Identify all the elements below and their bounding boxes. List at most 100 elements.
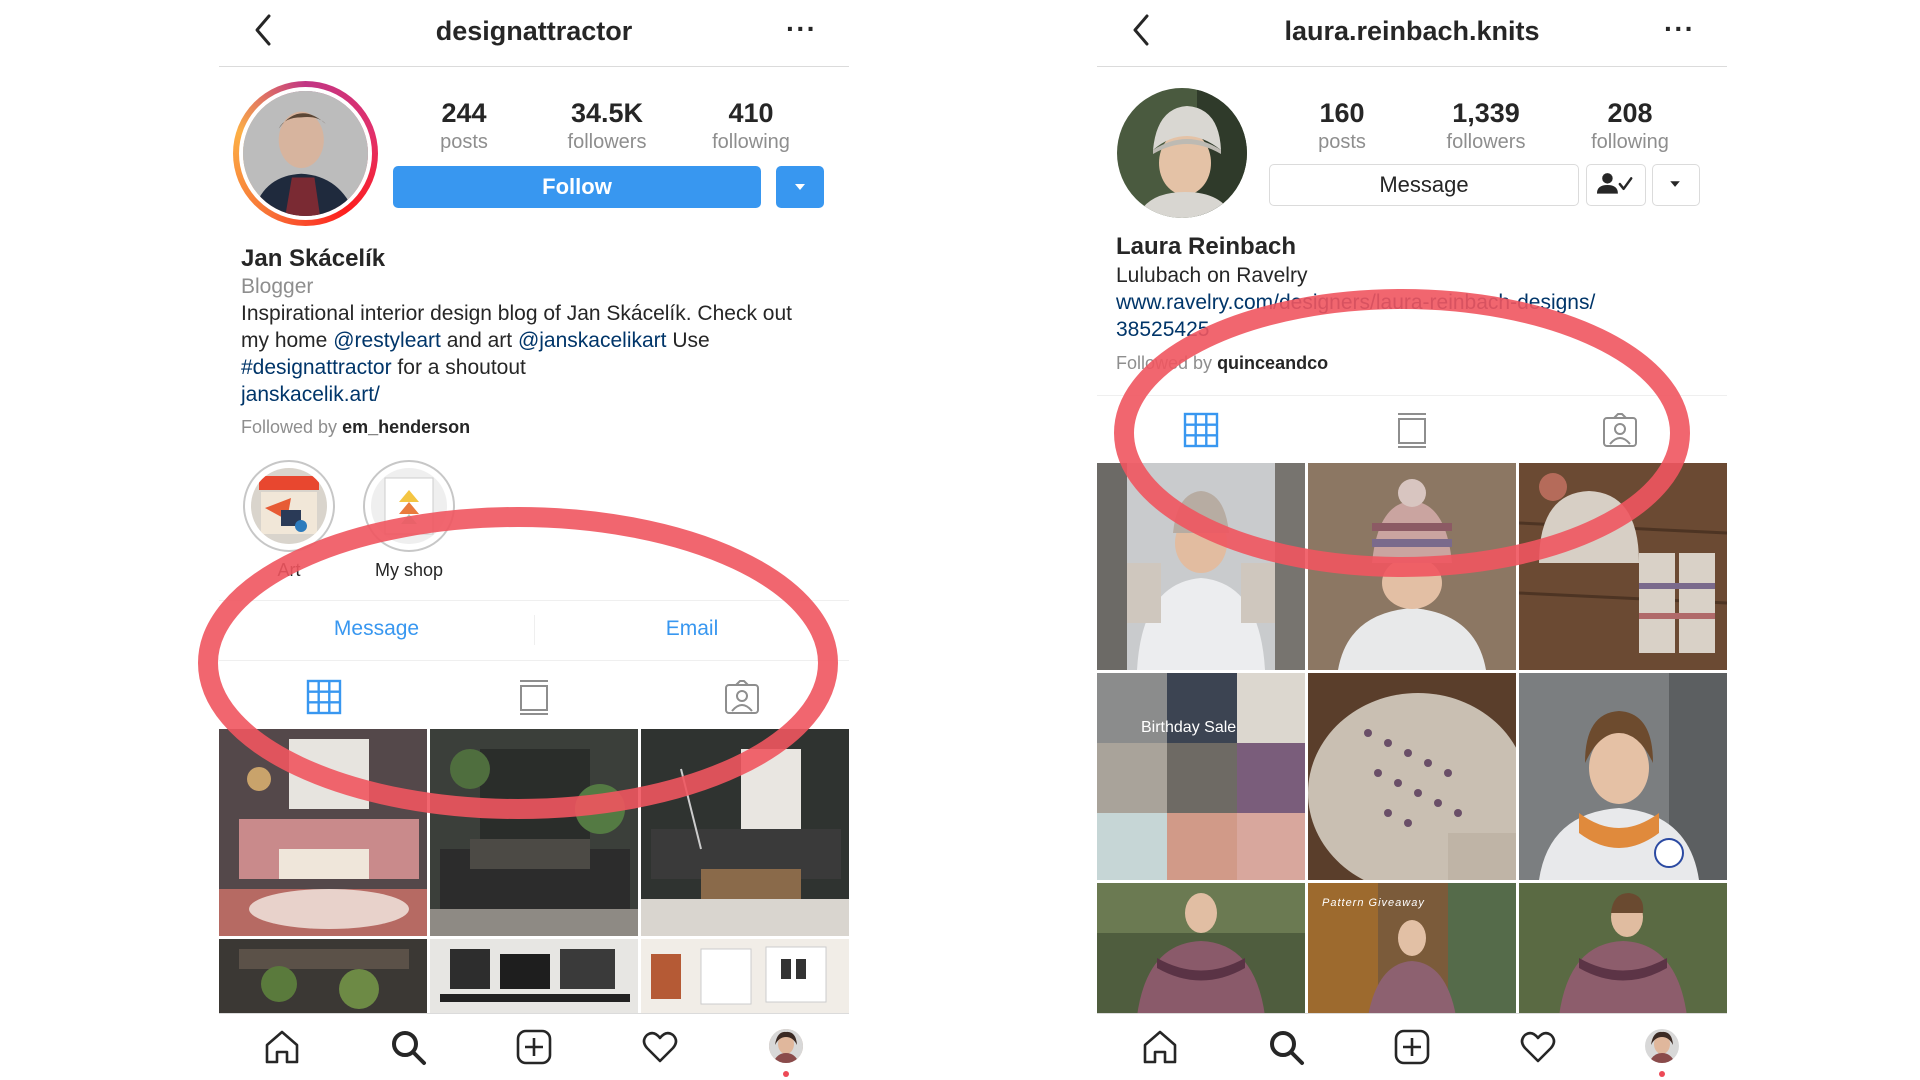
highlight-ring <box>363 460 455 552</box>
tile-caption: Birthday Sale <box>1141 719 1237 736</box>
activity-dot <box>1659 1071 1665 1077</box>
stat-posts[interactable]: 160 posts <box>1272 98 1412 154</box>
suggested-dropdown-button[interactable] <box>1652 164 1700 206</box>
followed-by-prefix: Followed by <box>1116 353 1218 373</box>
bio-text: for a shoutout <box>391 356 526 379</box>
feed-icon[interactable] <box>1394 412 1430 448</box>
post-thumbnail[interactable] <box>1519 673 1727 880</box>
website-link-line-2[interactable]: 38525425 <box>1116 316 1209 343</box>
bottom-nav <box>1097 1013 1727 1080</box>
heart-icon[interactable] <box>1519 1028 1557 1066</box>
mention-link-restyleart[interactable]: @restyleart <box>333 329 441 352</box>
stat-following[interactable]: 208 following <box>1560 98 1700 154</box>
followers-count: 34.5K <box>570 98 644 128</box>
tagged-icon[interactable] <box>1602 412 1638 448</box>
post-thumbnail[interactable] <box>1308 463 1516 670</box>
top-bar: designattractor ··· <box>219 0 849 67</box>
contact-row: Message Email <box>219 600 849 661</box>
following-button[interactable] <box>1586 164 1646 206</box>
suggested-dropdown-button[interactable] <box>776 166 824 208</box>
profile-screen-designattractor: designattractor ··· 244 posts 34.5K foll… <box>219 0 849 1080</box>
profile-username: designattractor <box>435 16 633 46</box>
post-thumbnail[interactable] <box>219 939 427 1019</box>
post-thumbnail[interactable]: Birthday Sale <box>1097 673 1305 880</box>
post-thumbnail[interactable]: Pattern Giveaway <box>1308 883 1516 1016</box>
message-button[interactable]: Message <box>1269 164 1579 206</box>
bio-line-2: my home @restyleart and art @janskacelik… <box>241 327 710 354</box>
home-icon[interactable] <box>1141 1028 1179 1066</box>
posts-count: 244 <box>441 98 487 128</box>
post-thumbnail[interactable] <box>430 729 638 936</box>
home-icon[interactable] <box>263 1028 301 1066</box>
add-post-icon[interactable] <box>1393 1028 1431 1066</box>
stat-posts[interactable]: 244 posts <box>394 98 534 154</box>
followed-by-user[interactable]: em_henderson <box>342 417 470 437</box>
followers-count: 1,339 <box>1452 98 1520 128</box>
post-thumbnail[interactable] <box>430 939 638 1019</box>
mention-link-janskacelikart[interactable]: @janskacelikart <box>518 329 667 352</box>
post-thumbnail[interactable] <box>641 729 849 936</box>
dropdown-icon <box>795 184 805 190</box>
post-thumbnail[interactable] <box>1097 883 1305 1016</box>
profile-avatar-icon[interactable] <box>769 1029 803 1063</box>
posts-label: posts <box>1318 131 1366 153</box>
bio-line-1: Lulubach on Ravelry <box>1116 264 1308 287</box>
category-label: Blogger <box>241 275 314 298</box>
tile-caption: Pattern Giveaway <box>1322 897 1425 909</box>
stat-followers[interactable]: 34.5K followers <box>537 98 677 154</box>
followed-by-user[interactable]: quinceandco <box>1217 353 1328 373</box>
search-icon[interactable] <box>1267 1028 1305 1066</box>
add-post-icon[interactable] <box>515 1028 553 1066</box>
followers-label: followers <box>1446 131 1526 153</box>
top-bar: laura.reinbach.knits ··· <box>1097 0 1727 67</box>
feed-icon[interactable] <box>516 679 552 715</box>
dropdown-icon <box>1670 181 1680 187</box>
followed-by[interactable]: Followed by em_henderson <box>241 414 470 441</box>
follow-button[interactable]: Follow <box>393 166 761 208</box>
website-link[interactable]: janskacelik.art/ <box>241 381 380 408</box>
followed-by[interactable]: Followed by quinceandco <box>1116 350 1328 377</box>
bio-text: Use <box>666 329 710 352</box>
post-thumbnail[interactable] <box>641 939 849 1019</box>
stat-following[interactable]: 410 following <box>681 98 821 154</box>
following-count: 410 <box>728 98 774 128</box>
post-thumbnail[interactable] <box>1308 673 1516 880</box>
avatar[interactable] <box>1117 88 1247 218</box>
highlight-cover <box>371 468 447 544</box>
following-label: following <box>712 131 790 153</box>
posts-grid: Birthday Sale Pattern Giveaway <box>1097 463 1727 1016</box>
bio-line-3: #designattractor for a shoutout <box>241 354 526 381</box>
following-check-icon <box>1596 173 1633 194</box>
bio-line-1: Inspirational interior design blog of Ja… <box>241 302 792 325</box>
tagged-icon[interactable] <box>724 679 760 715</box>
more-icon[interactable]: ··· <box>786 15 817 43</box>
highlight-label: My shop <box>374 560 444 580</box>
more-icon[interactable]: ··· <box>1664 15 1695 43</box>
heart-icon[interactable] <box>641 1028 679 1066</box>
activity-dot <box>783 1071 789 1077</box>
post-thumbnail[interactable] <box>1519 463 1727 670</box>
hashtag-link[interactable]: #designattractor <box>241 356 392 379</box>
full-name: Jan Skácelík <box>241 245 386 272</box>
stat-followers[interactable]: 1,339 followers <box>1416 98 1556 154</box>
profile-tabs <box>1097 395 1727 464</box>
bio-text: my home <box>241 329 334 352</box>
search-icon[interactable] <box>389 1028 427 1066</box>
posts-label: posts <box>440 131 488 153</box>
avatar[interactable] <box>239 87 372 220</box>
contact-message-button[interactable]: Message <box>219 617 534 641</box>
highlight-art[interactable]: Art <box>229 460 349 581</box>
post-thumbnail[interactable] <box>1519 883 1727 1016</box>
profile-screen-laura-reinbach: laura.reinbach.knits ··· 160 posts 1,339… <box>1097 0 1727 1080</box>
grid-icon[interactable] <box>1183 412 1219 448</box>
followers-label: followers <box>567 131 647 153</box>
highlight-ring <box>243 460 335 552</box>
contact-email-button[interactable]: Email <box>535 617 849 641</box>
bottom-nav <box>219 1013 849 1080</box>
grid-icon[interactable] <box>306 679 342 715</box>
highlight-my-shop[interactable]: My shop <box>349 460 469 581</box>
website-link-line-1[interactable]: www.ravelry.com/designers/laura-reinbach… <box>1116 289 1595 316</box>
post-thumbnail[interactable] <box>1097 463 1305 670</box>
profile-avatar-icon[interactable] <box>1645 1029 1679 1063</box>
post-thumbnail[interactable] <box>219 729 427 936</box>
